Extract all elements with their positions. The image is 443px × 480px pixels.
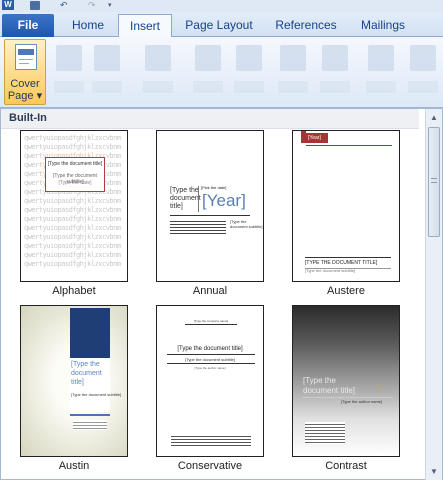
scroll-up-icon[interactable]: ▲	[428, 111, 440, 125]
clip-art-icon[interactable]	[236, 45, 262, 71]
customize-qat-icon[interactable]: ▾	[108, 1, 118, 10]
tab-home[interactable]: Home	[60, 14, 116, 37]
gallery-section-header: Built-In	[1, 109, 419, 129]
page-break-icon[interactable]	[94, 45, 120, 71]
chart-label	[366, 81, 396, 93]
chevron-icon: ⌄ ⌄	[375, 378, 383, 394]
blank-page-icon[interactable]	[56, 45, 82, 71]
quick-access-toolbar: W ↶ ↷ ▾	[0, 0, 443, 12]
ribbon-tab-bar: File Home Insert Page Layout References …	[0, 12, 443, 38]
grip-icon	[431, 178, 437, 183]
alphabet-pattern: qwertyuiopasdfghjklzxcvbnmqwertyuiopasdf…	[24, 134, 121, 268]
scroll-down-icon[interactable]: ▼	[428, 465, 440, 479]
cover-contrast-label: Contrast	[325, 460, 367, 472]
tab-mailings[interactable]: Mailings	[350, 14, 416, 37]
chart-icon[interactable]	[368, 45, 394, 71]
screenshot-label	[408, 81, 438, 93]
cover-annual-thumbnail[interactable]: [Pick the date] [Type the document title…	[156, 130, 264, 282]
alphabet-title-box: [Type the document title] [Type the docu…	[45, 157, 105, 192]
undo-icon[interactable]: ↶	[60, 1, 70, 10]
redo-icon[interactable]: ↷	[88, 1, 98, 10]
screenshot-icon[interactable]	[410, 45, 436, 71]
clip-art-label	[234, 81, 264, 93]
tab-page-layout[interactable]: Page Layout	[175, 14, 263, 37]
tab-insert[interactable]: Insert	[118, 14, 172, 38]
cover-page-button[interactable]: Cover Page ▾	[4, 39, 46, 105]
cover-page-gallery: Built-In qwertyuiopasdfghjklzxcvbnmqwert…	[0, 108, 443, 480]
picture-icon[interactable]	[195, 45, 221, 71]
smartart-label	[320, 81, 350, 93]
tab-file[interactable]: File	[2, 14, 54, 37]
cover-alphabet-label: Alphabet	[52, 285, 96, 297]
chevron-down-icon: ▾	[36, 90, 43, 102]
cover-contrast-thumbnail[interactable]: [Type the document title] ⌄ ⌄ [Type the a…	[292, 305, 400, 457]
shapes-icon[interactable]	[280, 45, 306, 71]
cover-conservative-thumbnail[interactable]: [Type the company name] [Type the docume…	[156, 305, 264, 457]
cover-austere-label: Austere	[327, 285, 365, 297]
cover-austere-thumbnail[interactable]: [Year] [TYPE THE DOCUMENT TITLE] [Type t…	[292, 130, 400, 282]
table-icon[interactable]	[145, 45, 171, 71]
smartart-icon[interactable]	[322, 45, 348, 71]
blank-page-label	[54, 81, 84, 93]
shapes-label	[278, 81, 308, 93]
cover-annual-label: Annual	[192, 285, 228, 297]
tab-references[interactable]: References	[268, 14, 344, 37]
word-logo-icon[interactable]: W	[2, 0, 14, 10]
cover-austin-label: Austin	[58, 460, 90, 472]
insert-ribbon: Cover Page ▾	[0, 37, 443, 108]
page-break-label	[92, 81, 122, 93]
cover-austin-thumbnail[interactable]: [Type the document title] [Type the docu…	[20, 305, 128, 457]
save-icon[interactable]	[30, 1, 40, 10]
cover-page-label: Cover Page ▾	[7, 78, 43, 102]
scrollbar-thumb[interactable]	[428, 127, 440, 237]
cover-alphabet-thumbnail[interactable]: qwertyuiopasdfghjklzxcvbnmqwertyuiopasdf…	[20, 130, 128, 282]
picture-label	[193, 81, 223, 93]
table-label	[143, 81, 173, 93]
cover-page-icon	[15, 44, 37, 70]
tab-overflow[interactable]	[421, 14, 443, 37]
gallery-scrollbar[interactable]: ▲ ▼	[425, 109, 442, 480]
cover-conservative-label: Conservative	[177, 460, 243, 472]
